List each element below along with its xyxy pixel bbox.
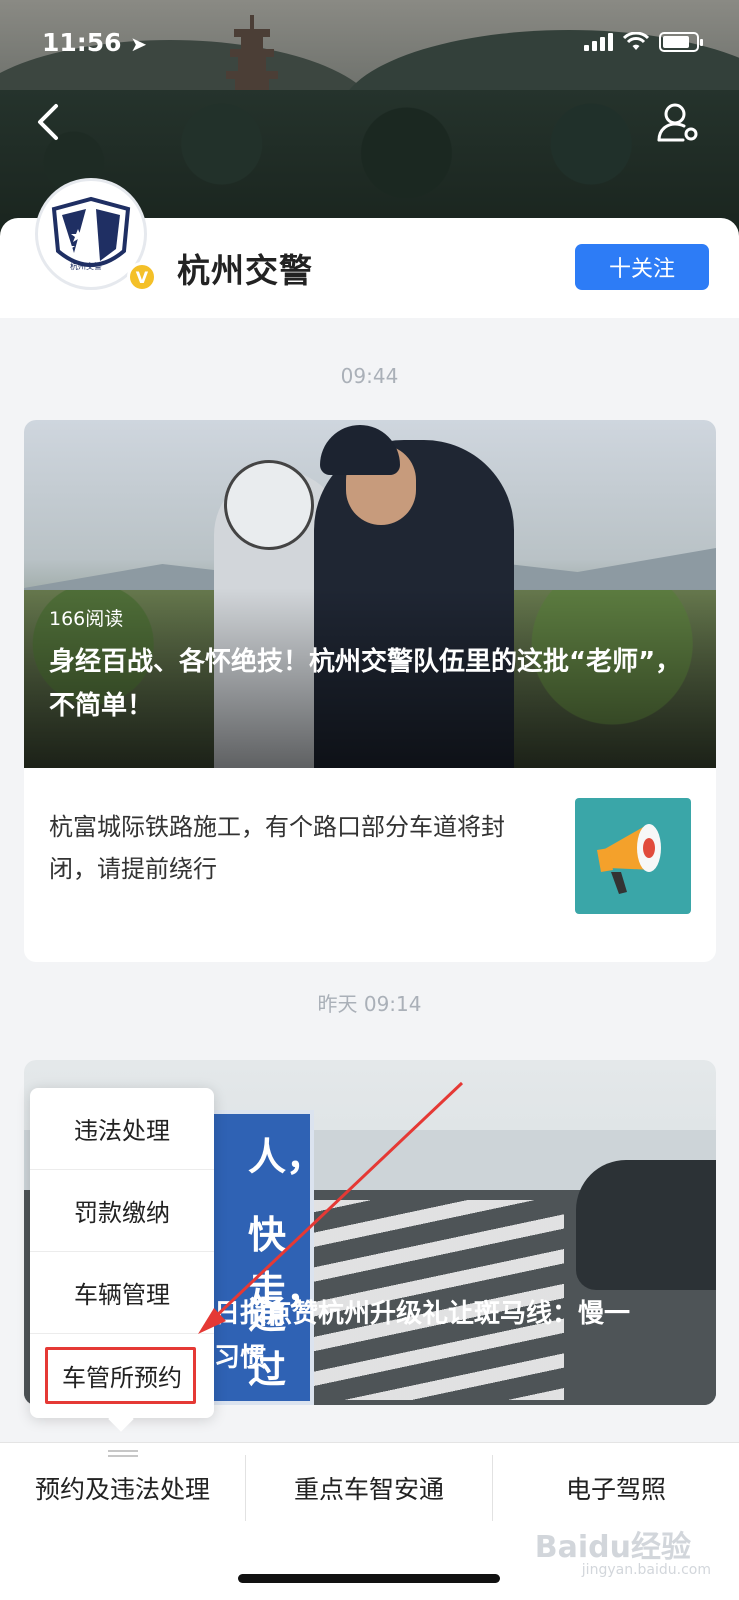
profile-settings-button[interactable]	[655, 100, 701, 146]
submenu-item-violation-handling[interactable]: 违法处理	[30, 1088, 214, 1170]
article-card: 166阅读 身经百战、各怀绝技！杭州交警队伍里的这批“老师”，不简单！ 杭富城际…	[24, 420, 716, 962]
baidu-watermark: Baidu经验 jingyan.baidu.com	[534, 1530, 711, 1578]
home-indicator[interactable]	[238, 1574, 500, 1583]
annotation-highlight-box	[45, 1347, 196, 1404]
message-timestamp: 昨天 09:14	[317, 992, 422, 1016]
message-timestamp: 09:44	[340, 364, 399, 388]
megaphone-icon	[597, 824, 661, 894]
verified-badge-icon: V	[127, 262, 157, 292]
article-title: 杭富城际铁路施工，有个路口部分车道将封闭，请提前绕行	[49, 813, 505, 883]
menu-tab-key-vehicle[interactable]: 重点车智安通	[246, 1443, 492, 1533]
status-bar: 11:56 ➤	[0, 0, 739, 90]
follow-button[interactable]: 十关注	[575, 244, 709, 290]
user-settings-icon	[657, 103, 698, 142]
follow-button-label: 十关注	[608, 257, 675, 282]
back-button[interactable]	[30, 100, 70, 144]
article-list-item[interactable]: 杭富城际铁路施工，有个路口部分车道将封闭，请提前绕行	[24, 768, 716, 962]
account-name: 杭州交警	[177, 251, 313, 290]
status-time: 11:56 ➤	[42, 28, 148, 57]
svg-text:杭州交警: 杭州交警	[70, 261, 102, 271]
chevron-left-icon	[38, 104, 58, 140]
submenu-item-vehicle-management[interactable]: 车辆管理	[30, 1252, 214, 1334]
signal-icon	[584, 33, 613, 51]
menu-tab-e-license[interactable]: 电子驾照	[493, 1443, 739, 1533]
wifi-icon	[623, 32, 649, 50]
menu-tab-appointment-violation[interactable]: 预约及违法处理	[0, 1443, 245, 1533]
article-cover-image[interactable]: 166阅读 身经百战、各怀绝技！杭州交警队伍里的这批“老师”，不简单！	[24, 420, 716, 768]
article-title[interactable]: 身经百战、各怀绝技！杭州交警队伍里的这批“老师”，不简单！	[49, 640, 689, 728]
megaphone-thumbnail	[575, 798, 691, 914]
read-count: 166阅读	[49, 608, 124, 630]
article-title: 日报点赞杭州升级礼让斑马线：慢一 习惯	[214, 1299, 631, 1373]
submenu-item-fine-payment[interactable]: 罚款缴纳	[30, 1170, 214, 1252]
battery-icon	[659, 32, 703, 52]
